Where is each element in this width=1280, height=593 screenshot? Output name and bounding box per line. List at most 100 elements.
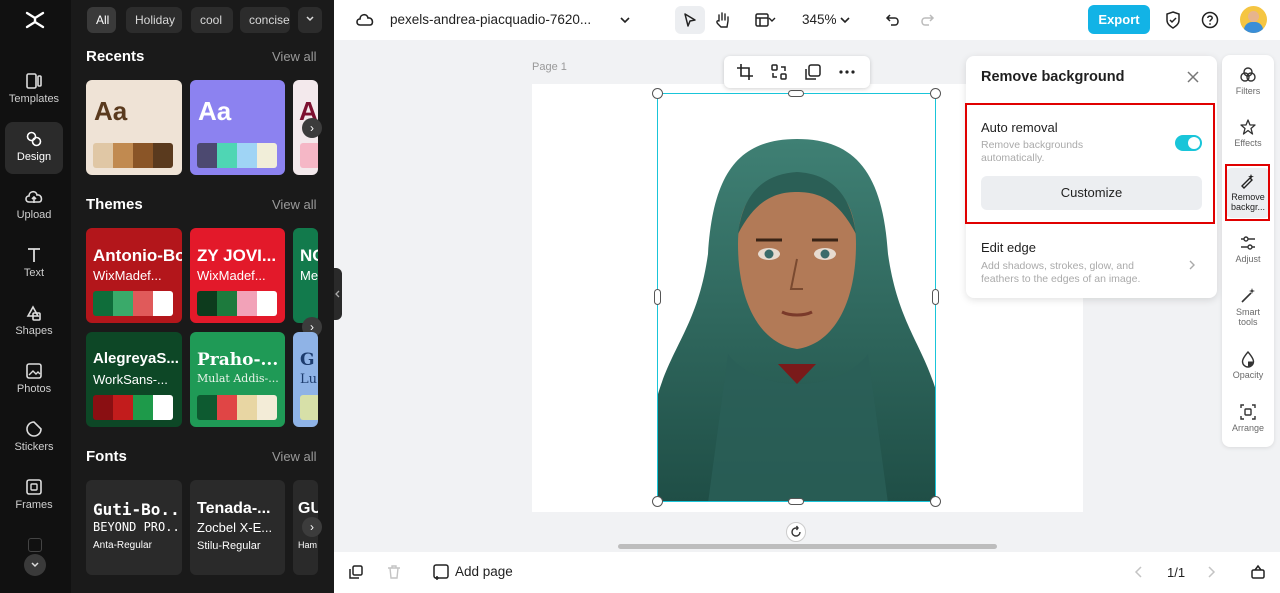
app-logo[interactable] [23,8,47,32]
rail-label: Frames [15,499,53,511]
zoom-dropdown-button[interactable] [838,7,852,33]
resize-handle-top-left[interactable] [652,88,663,99]
font-card[interactable]: Tenada-... Zocbel X-E... Stilu-Regular [190,480,285,575]
select-tool-button[interactable] [675,6,705,34]
delete-page-button[interactable] [386,564,402,585]
shield-check-icon [1166,11,1180,29]
rail-frames[interactable]: Frames [5,470,63,522]
chevron-left-icon [1134,566,1142,578]
color-swatches [300,395,318,420]
shield-button[interactable] [1160,7,1186,33]
rail-stickers[interactable]: Stickers [5,412,63,464]
tool-arrange[interactable]: Arrange [1222,403,1274,433]
resize-handle-left[interactable] [654,289,661,305]
canvas-scrollbar[interactable] [618,544,997,549]
rail-design[interactable]: Design [5,122,63,174]
undo-icon [885,14,899,26]
duplicate-button[interactable] [804,63,822,86]
theme-card[interactable]: NC Me [293,228,318,323]
cloud-save-button[interactable] [352,7,378,33]
close-button[interactable] [1185,69,1201,85]
fonts-title: Fonts [86,448,127,465]
frames-icon [26,479,42,495]
recents-next-button[interactable]: › [302,118,322,138]
duplicate-page-button[interactable] [348,564,364,585]
tool-opacity[interactable]: Opacity [1222,350,1274,380]
help-button[interactable] [1197,7,1223,33]
theme-heading: Praho-... [197,350,279,370]
filename-dropdown-button[interactable] [612,7,638,33]
tool-label: Arrange [1231,423,1265,433]
font-line-1: GU [298,500,318,517]
rotate-handle[interactable] [786,522,806,542]
resize-handle-bottom-right[interactable] [930,496,941,507]
tool-filters[interactable]: Filters [1222,66,1274,96]
highlight-box-remove-background-tool [1225,164,1270,221]
tool-effects[interactable]: Effects [1222,118,1274,148]
tool-smart-tools[interactable]: Smart tools [1222,287,1274,327]
fonts-view-all[interactable]: View all [272,449,317,464]
rail-expand-button[interactable] [24,554,46,576]
redo-icon [921,14,935,26]
theme-heading: NC [300,246,318,265]
hand-tool-button[interactable] [710,7,736,33]
tool-label: Filters [1235,86,1261,96]
recent-card[interactable]: Aa [86,80,182,175]
font-line-3: Anta-Regular [93,540,152,551]
undo-button[interactable] [880,7,906,33]
chip-more-button[interactable] [298,7,322,33]
redo-button[interactable] [914,7,940,33]
chip-cool[interactable]: cool [191,7,233,33]
export-button[interactable]: Export [1088,5,1150,34]
panel-collapse-handle[interactable] [334,268,342,320]
text-icon [28,248,40,262]
rail-templates[interactable]: Templates [5,64,63,116]
theme-card[interactable]: Antonio-Bold WixMadef... [86,228,182,323]
more-options-button[interactable] [838,63,856,86]
crop-button[interactable] [736,63,754,86]
font-line-2: BEYOND PRO... [93,520,182,534]
chevron-left-icon [335,290,340,298]
rail-upload[interactable]: Upload [5,180,63,232]
selected-image[interactable] [657,93,936,502]
avatar[interactable] [1240,6,1267,33]
edit-edge-row[interactable]: Edit edge Add shadows, strokes, glow, an… [966,230,1217,294]
fonts-next-button[interactable]: › [302,517,322,537]
pages-panel-button[interactable] [1250,564,1266,585]
font-card[interactable]: Guti-Bo... BEYOND PRO... Anta-Regular [86,480,182,575]
themes-title: Themes [86,196,143,213]
layout-dropdown-button[interactable] [766,7,778,33]
resize-handle-right[interactable] [932,289,939,305]
theme-card[interactable]: ZY JOVI... WixMadef... [190,228,285,323]
resize-handle-top-right[interactable] [930,88,941,99]
zoom-level[interactable]: 345% [802,12,837,27]
chip-concise[interactable]: concise [240,7,290,33]
resize-handle-bottom[interactable] [788,498,804,505]
theme-card[interactable]: Praho-... Mulat Addis-... [190,332,285,427]
prev-page-button[interactable] [1134,565,1144,584]
themes-view-all[interactable]: View all [272,197,317,212]
file-name[interactable]: pexels-andrea-piacquadio-7620... [390,12,591,27]
opacity-drop-icon [1241,350,1255,368]
rail-shapes[interactable]: Shapes [5,296,63,348]
card-sample-text: Aa [94,96,128,126]
chip-all[interactable]: All [87,7,116,33]
chip-holiday[interactable]: Holiday [126,7,182,33]
theme-card[interactable]: G Lu [293,332,318,427]
tool-label: Adjust [1235,254,1261,264]
theme-card[interactable]: AlegreyaS... WorkSans-... [86,332,182,427]
magic-wand-icon [1241,288,1255,303]
theme-subtitle: Mulat Addis-... [197,372,279,385]
resize-handle-bottom-left[interactable] [652,496,663,507]
recents-view-all[interactable]: View all [272,49,317,64]
resize-handle-top[interactable] [788,90,804,97]
tool-adjust[interactable]: Adjust [1222,234,1274,264]
rail-photos[interactable]: Photos [5,354,63,406]
recent-card[interactable]: Aa [190,80,285,175]
edit-edge-description: Add shadows, strokes, glow, and feathers… [981,260,1141,285]
replace-button[interactable] [770,63,788,86]
font-line-3: Ham [298,540,318,550]
next-page-button[interactable] [1206,565,1216,584]
rail-text[interactable]: Text [5,238,63,290]
rail-label: Text [23,267,45,279]
